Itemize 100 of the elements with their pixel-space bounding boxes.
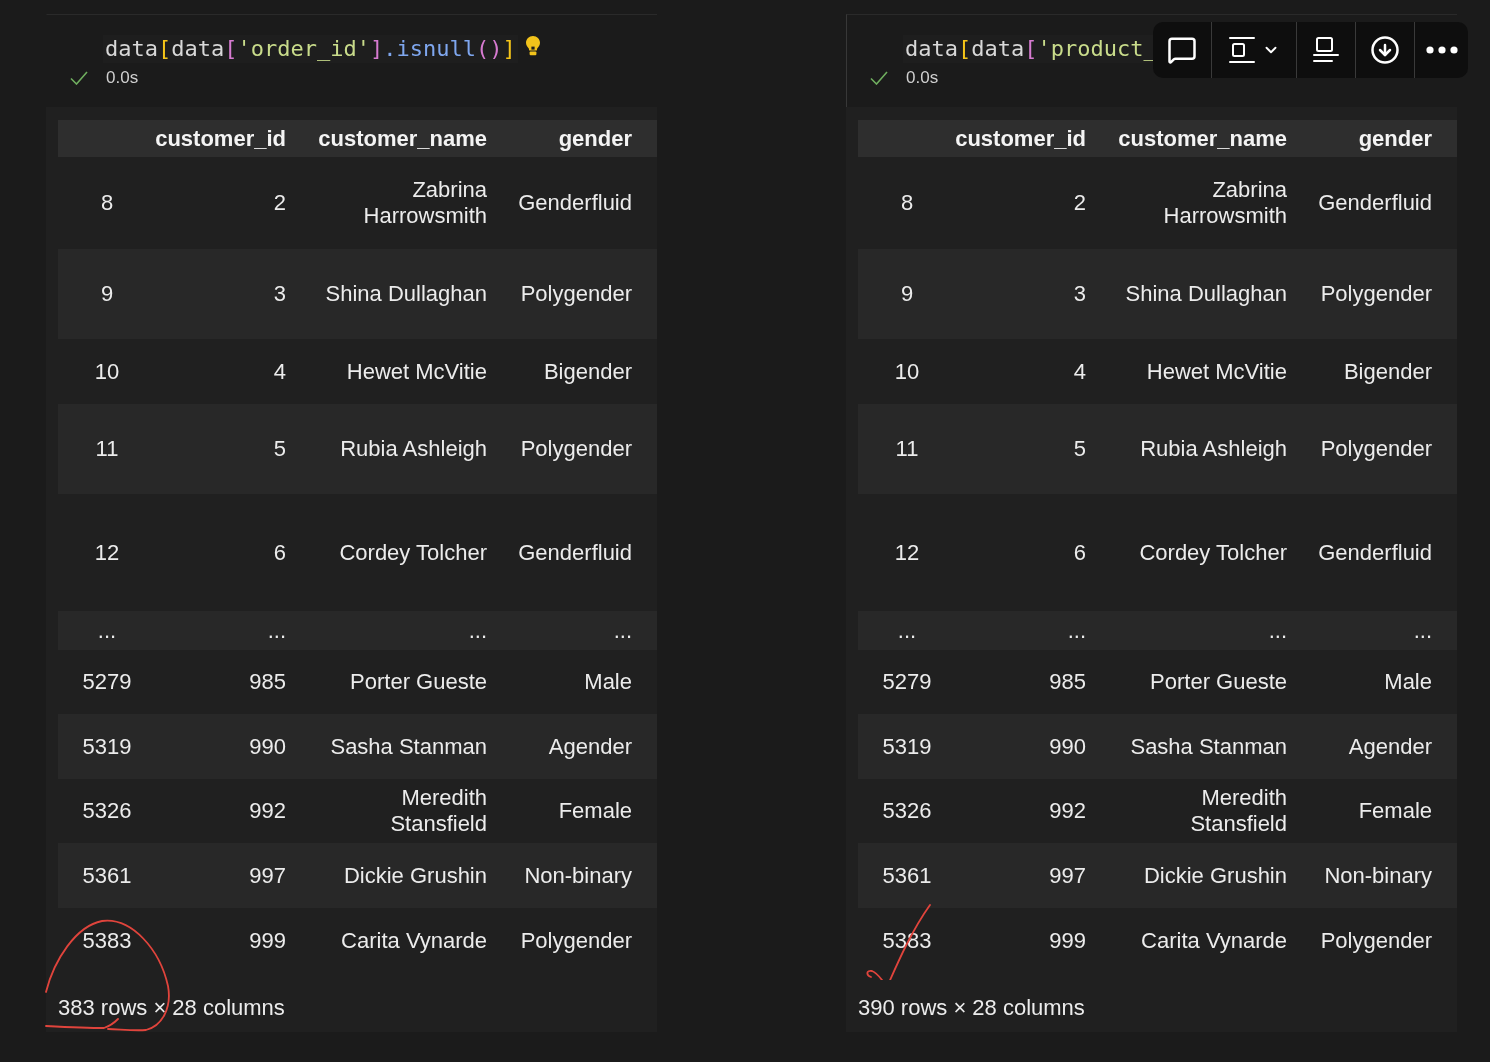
row-index: 8 <box>900 190 914 215</box>
column-header: customer_name <box>317 125 488 152</box>
table-cell-text: Sasha Stanman <box>329 733 488 760</box>
table-cell-text: Dickie Grushin <box>342 862 488 889</box>
table-cell-text: 997 <box>248 862 287 889</box>
table-cell-text: Shina Dullaghan <box>1124 281 1288 307</box>
table-cell-text: Male <box>1383 669 1433 695</box>
table-cell-text: Female <box>1357 798 1433 824</box>
table-cell-text: Non-binary <box>523 862 633 889</box>
row-index: 5361 <box>882 862 932 888</box>
table-cell-text: Polygender <box>519 927 633 954</box>
column-header: gender <box>557 125 633 152</box>
table-cell-text: Sasha Stanman <box>1129 733 1288 760</box>
row-index: 5319 <box>82 733 132 759</box>
table-cell-text: Agender <box>1347 733 1433 760</box>
table-cell-text: 990 <box>1048 733 1087 760</box>
row-index: 11 <box>895 436 919 461</box>
table-cell-text: 992 <box>1048 798 1087 824</box>
row-index: 9 <box>100 281 114 306</box>
table-cell-text: 997 <box>1048 862 1087 889</box>
table-cell-text: Non-binary <box>1323 862 1433 889</box>
column-header: customer_id <box>954 125 1087 152</box>
monitor-lines-icon <box>1311 36 1340 64</box>
table-cell-text: 2 <box>272 190 287 216</box>
table-cell-text: Polygender <box>1319 281 1433 307</box>
table-cell-text: 999 <box>248 927 287 954</box>
row-index: 5326 <box>82 798 132 823</box>
table-size-summary: 390 rows × 28 columns <box>858 996 1086 1020</box>
table-cell-text: Male <box>583 669 633 695</box>
table-cell-text: Dickie Grushin <box>1142 862 1288 889</box>
table-cell-text: Meredith Stansfield <box>1189 785 1288 837</box>
table-cell-text: Polygender <box>519 436 633 462</box>
table-cell-text: ... <box>1267 617 1288 644</box>
more-icon <box>1425 46 1458 54</box>
execution-time: 0.0s <box>906 67 939 89</box>
table-cell-text: Porter Gueste <box>1149 669 1288 695</box>
row-index: 5279 <box>882 669 932 694</box>
row-index: 12 <box>894 539 920 565</box>
row-index: ... <box>97 617 117 643</box>
table-cell-text: Rubia Ashleigh <box>1139 436 1288 462</box>
column-header: customer_id <box>154 125 287 152</box>
table-cell-text: ... <box>467 617 488 644</box>
table-cell-text: 5 <box>272 436 287 462</box>
table-size-summary: 383 rows × 28 columns <box>58 996 286 1020</box>
column-header: gender <box>1357 125 1433 152</box>
table-cell-text: 2 <box>1072 190 1087 216</box>
row-index: 10 <box>94 358 120 384</box>
table-cell-text: 999 <box>1048 927 1087 954</box>
table-cell-text: Carita Vynarde <box>1140 927 1288 954</box>
table-cell-text: 3 <box>272 281 287 307</box>
table-cell-text: Cordey Tolcher <box>338 539 488 566</box>
speech-bubble-icon <box>1166 35 1197 65</box>
table-cell-text: ... <box>612 617 633 644</box>
table-cell-text: Bigender <box>542 358 633 385</box>
row-index: ... <box>897 617 917 643</box>
table-cell-text: Genderfluid <box>517 190 633 216</box>
table-cell-text: 4 <box>272 358 287 385</box>
table-cell-text: Female <box>557 798 633 824</box>
check-icon <box>70 71 88 85</box>
download-icon <box>1370 35 1401 65</box>
row-index: 10 <box>894 358 920 384</box>
table-cell-text: Cordey Tolcher <box>1138 539 1288 566</box>
table-cell-text: ... <box>1066 617 1087 644</box>
row-index: 5279 <box>82 669 132 694</box>
table-cell-text: 5 <box>1072 436 1087 462</box>
table-cell-text: 6 <box>272 539 287 566</box>
row-index: 5319 <box>882 733 932 759</box>
check-icon <box>870 71 888 85</box>
lightbulb-icon[interactable] <box>525 36 540 56</box>
table-cell-text: Meredith Stansfield <box>389 785 488 837</box>
table-cell-text: Genderfluid <box>1317 190 1433 216</box>
table-cell-text: Porter Gueste <box>349 669 488 695</box>
table-cell-text: Carita Vynarde <box>340 927 488 954</box>
row-index: 8 <box>100 190 114 215</box>
table-cell-text: Hewet McVitie <box>345 358 488 385</box>
table-cell-text: 985 <box>248 669 287 695</box>
table-cell-text: Genderfluid <box>1317 539 1433 566</box>
column-header: customer_name <box>1117 125 1288 152</box>
execution-time: 0.0s <box>106 67 139 89</box>
table-cell-text: Agender <box>547 733 633 760</box>
table-cell-text: 985 <box>1048 669 1087 695</box>
table-cell-text: Bigender <box>1342 358 1433 385</box>
table-cell-text: Zabrina Harrowsmith <box>1162 177 1288 229</box>
table-cell-text: 6 <box>1072 539 1087 566</box>
row-index: 5361 <box>82 862 132 888</box>
table-cell-text: 4 <box>1072 358 1087 385</box>
table-cell-text: Polygender <box>1319 927 1433 954</box>
table-cell-text: 3 <box>1072 281 1087 307</box>
table-cell-text: Zabrina Harrowsmith <box>362 177 488 229</box>
table-cell-text: Polygender <box>1319 436 1433 462</box>
row-index: 9 <box>900 281 914 306</box>
row-index: 5326 <box>882 798 932 823</box>
table-cell-text: ... <box>266 617 287 644</box>
table-cell-text: ... <box>1412 617 1433 644</box>
table-cell-text: 992 <box>248 798 287 824</box>
table-cell-text: Genderfluid <box>517 539 633 566</box>
table-cell-text: Polygender <box>519 281 633 307</box>
framed-square-icon <box>1227 36 1256 64</box>
row-index: 5383 <box>82 927 132 953</box>
table-cell-text: Hewet McVitie <box>1145 358 1288 385</box>
